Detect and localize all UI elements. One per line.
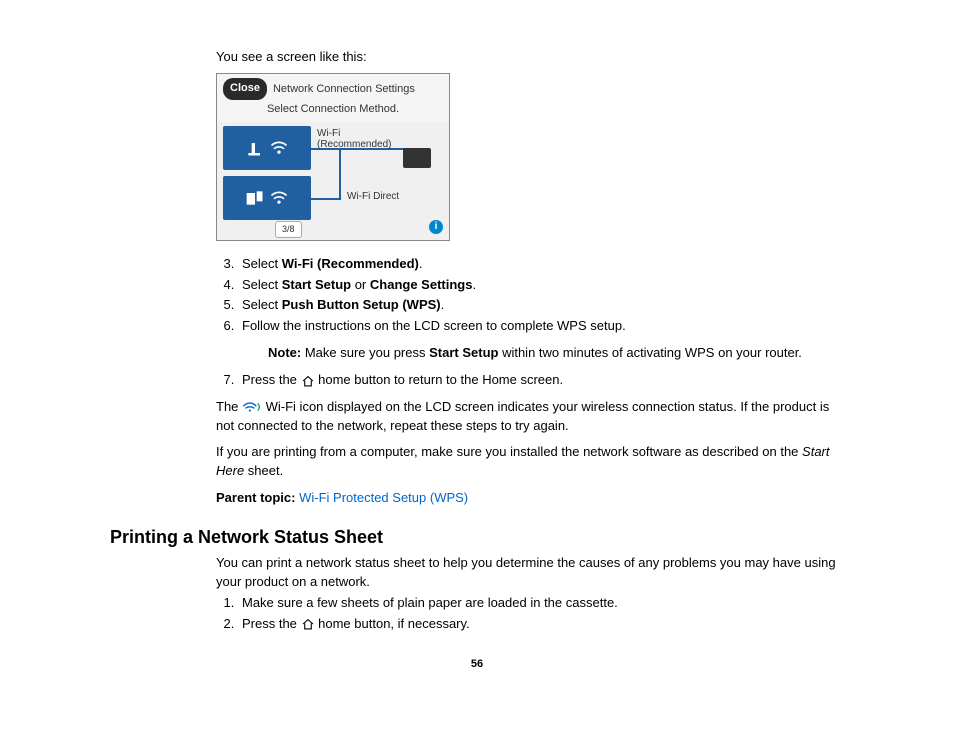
section2-step-2: Press the home button, if necessary. [238,615,844,634]
parent-topic-link[interactable]: Wi-Fi Protected Setup (WPS) [299,490,468,505]
page-number: 56 [110,657,844,673]
install-software-paragraph: If you are printing from a computer, mak… [216,443,844,481]
printer-icon [403,148,431,168]
note-block: Note: Make sure you press Start Setup wi… [268,344,844,363]
wifi-direct-tile [223,176,311,220]
wifi-status-paragraph: The Wi-Fi icon displayed on the LCD scre… [216,398,844,436]
intro-text: You see a screen like this: [216,48,844,67]
home-icon [301,618,315,630]
figure-title: Network Connection Settings [273,83,415,95]
wifi-direct-label: Wi-Fi Direct [347,190,399,205]
step-5: Select Push Button Setup (WPS). [238,296,844,315]
home-icon [301,375,315,387]
router-icon [245,138,265,158]
parent-topic: Parent topic: Wi-Fi Protected Setup (WPS… [216,489,844,508]
wifi-recommended-tile [223,126,311,170]
info-icon: i [429,220,443,234]
step-4: Select Start Setup or Change Settings. [238,276,844,295]
figure-subtitle: Select Connection Method. [217,100,449,122]
step-7: Press the home button to return to the H… [238,371,844,390]
devices-icon [245,188,265,208]
section2-steps: Make sure a few sheets of plain paper ar… [216,594,844,634]
section-intro: You can print a network status sheet to … [216,554,844,592]
pager-badge: 3/8 [275,221,302,238]
steps-list-a: Select Wi-Fi (Recommended). Select Start… [216,255,844,390]
step-6: Follow the instructions on the LCD scree… [238,317,844,363]
lcd-screenshot: Close Network Connection Settings Select… [216,73,450,241]
section2-step-1: Make sure a few sheets of plain paper ar… [238,594,844,613]
wifi-icon [269,138,289,158]
wifi-status-icon [242,400,262,414]
close-button: Close [223,78,267,100]
wifi-recommended-label: Wi-Fi (Recommended) [317,128,391,150]
wifi-icon [269,188,289,208]
section-heading: Printing a Network Status Sheet [110,524,844,550]
step-3: Select Wi-Fi (Recommended). [238,255,844,274]
